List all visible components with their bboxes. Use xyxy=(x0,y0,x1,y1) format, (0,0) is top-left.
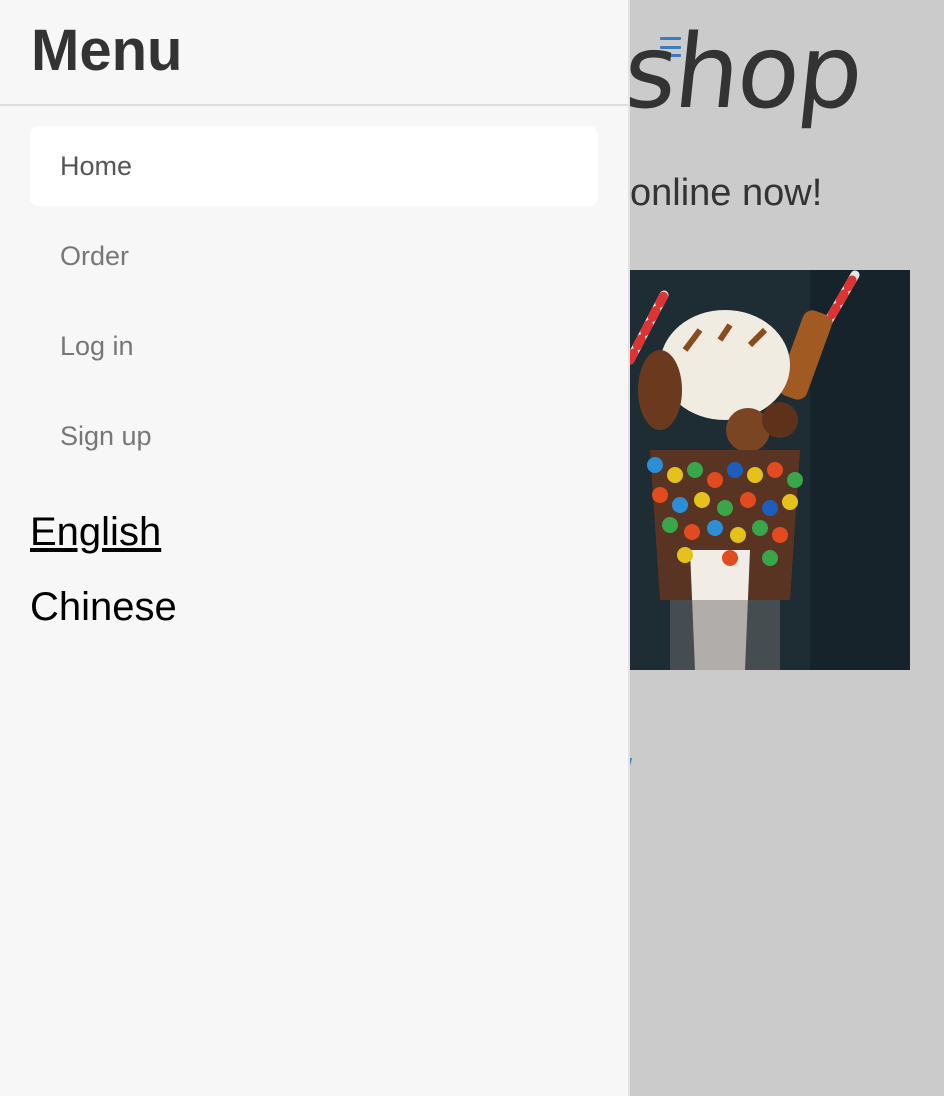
side-menu-drawer: Menu Home Order Log in Sign up English C… xyxy=(0,0,630,1096)
language-english[interactable]: English xyxy=(30,512,628,552)
menu-link-login[interactable]: Log in xyxy=(30,306,598,386)
milkshake-image xyxy=(630,270,910,670)
menu-nav-list: Home Order Log in Sign up xyxy=(30,126,598,476)
language-switcher: English Chinese xyxy=(30,512,628,627)
site-logo[interactable]: shop xyxy=(618,13,867,132)
menu-item-order: Order xyxy=(30,216,598,296)
menu-title: Menu xyxy=(31,18,183,83)
menu-item-signup: Sign up xyxy=(30,396,598,476)
menu-link-home[interactable]: Home xyxy=(30,126,598,206)
menu-link-order[interactable]: Order xyxy=(30,216,598,296)
language-chinese[interactable]: Chinese xyxy=(30,587,628,627)
menu-header: Menu xyxy=(0,0,628,106)
menu-link-signup[interactable]: Sign up xyxy=(30,396,598,476)
tagline: online now! xyxy=(630,172,823,214)
menu-item-login: Log in xyxy=(30,306,598,386)
menu-item-home: Home xyxy=(30,126,598,206)
